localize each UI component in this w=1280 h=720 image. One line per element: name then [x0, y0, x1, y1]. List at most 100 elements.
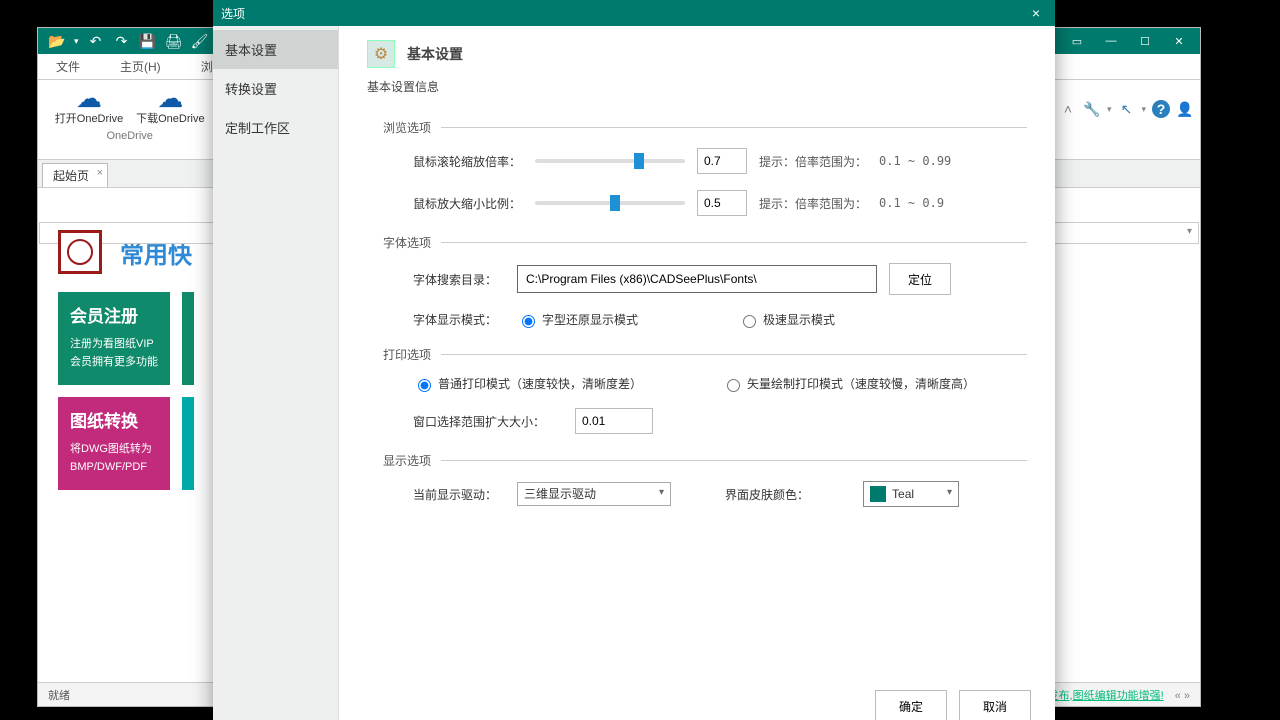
- help-icon[interactable]: ?: [1152, 100, 1170, 118]
- shrink-ratio-hint: 提示：倍率范围为：: [759, 195, 867, 212]
- panel-icon[interactable]: ▭: [1060, 30, 1094, 52]
- settings-icon: ⚙: [367, 40, 395, 68]
- divider: [441, 460, 1027, 461]
- brush-icon[interactable]: 🖌: [191, 32, 209, 50]
- group-print: 打印选项: [383, 346, 431, 363]
- chevron-down-icon[interactable]: ▾: [74, 36, 79, 47]
- download-onedrive-label: 下载OneDrive: [131, 110, 209, 126]
- cancel-button[interactable]: 取消: [959, 690, 1031, 720]
- radio-label: 矢量绘制打印模式（速度较慢，清晰度高）: [747, 375, 975, 392]
- radio-label: 字型还原显示模式: [542, 311, 638, 328]
- radio-label: 极速显示模式: [763, 311, 835, 328]
- card-register[interactable]: 会员注册 注册为看图纸VIP 会员拥有更多功能: [58, 292, 170, 385]
- color-swatch-icon: [870, 486, 886, 502]
- chevron-down-icon[interactable]: ▾: [1141, 104, 1146, 115]
- ribbon-group-onedrive: ☁ 打开OneDrive ☁ 下载OneDrive OneDrive: [38, 80, 222, 159]
- divider: [441, 242, 1027, 243]
- close-button[interactable]: ✕: [1162, 30, 1196, 52]
- zoom-ratio-input[interactable]: [697, 148, 747, 174]
- print-mode-normal-radio[interactable]: 普通打印模式（速度较快，清晰度差）: [413, 375, 642, 392]
- status-text: 就绪: [48, 687, 70, 703]
- tab-label: 起始页: [53, 169, 89, 183]
- skin-color-select[interactable]: Teal: [863, 481, 959, 507]
- card-line: BMP/DWF/PDF: [70, 458, 158, 476]
- card-stub: [182, 397, 194, 490]
- divider: [441, 354, 1027, 355]
- folder-open-icon[interactable]: 📂: [48, 32, 66, 50]
- print-mode-vector-radio[interactable]: 矢量绘制打印模式（速度较慢，清晰度高）: [722, 375, 975, 392]
- card-line: 注册为看图纸VIP: [70, 335, 158, 353]
- dialog-title: 选项: [221, 5, 245, 22]
- card-line: 将DWG图纸转为: [70, 440, 158, 458]
- save-icon[interactable]: 💾: [139, 32, 157, 50]
- nav-basic-settings[interactable]: 基本设置: [213, 30, 338, 69]
- window-expand-input[interactable]: [575, 408, 653, 434]
- font-mode-restore-radio[interactable]: 字型还原显示模式: [517, 311, 638, 328]
- skin-label: 界面皮肤颜色：: [725, 486, 809, 503]
- window-expand-label: 窗口选择范围扩大大小：: [413, 413, 563, 430]
- right-mini-toolbar: ˄ 🔧 ▾ ↖ ▾ ? 👤: [1055, 98, 1198, 120]
- card-convert[interactable]: 图纸转换 将DWG图纸转为 BMP/DWF/PDF: [58, 397, 170, 490]
- ok-button[interactable]: 确定: [875, 690, 947, 720]
- zoom-ratio-range: 0.1 ~ 0.99: [879, 154, 951, 168]
- zoom-ratio-label: 鼠标滚轮缩放倍率：: [413, 153, 523, 170]
- dialog-titlebar: 选项 ×: [213, 0, 1055, 26]
- display-driver-select[interactable]: 三维显示驱动: [517, 482, 671, 506]
- cloud-down-icon: ☁: [131, 86, 209, 110]
- section-desc: 基本设置信息: [367, 78, 1027, 95]
- card-stub: [182, 292, 194, 385]
- minimize-button[interactable]: —: [1094, 30, 1128, 52]
- tab-file[interactable]: 文件: [48, 54, 88, 79]
- card-title: 会员注册: [70, 302, 158, 327]
- section-header: 基本设置: [407, 44, 463, 64]
- status-link[interactable]: 发布,图纸编辑功能增强!: [1048, 690, 1164, 702]
- dialog-nav: 基本设置 转换设置 定制工作区: [213, 26, 339, 720]
- card-title: 图纸转换: [70, 407, 158, 432]
- collapse-ribbon-icon[interactable]: ˄: [1059, 100, 1077, 118]
- divider: [441, 127, 1027, 128]
- open-onedrive-button[interactable]: ☁ 打开OneDrive: [50, 84, 128, 126]
- locate-button[interactable]: 定位: [889, 263, 951, 295]
- redo-icon[interactable]: ↷: [113, 32, 131, 50]
- group-display: 显示选项: [383, 452, 431, 469]
- nav-custom-workspace[interactable]: 定制工作区: [213, 108, 338, 147]
- font-mode-fast-radio[interactable]: 极速显示模式: [738, 311, 835, 328]
- open-onedrive-label: 打开OneDrive: [50, 110, 128, 126]
- zoom-ratio-slider[interactable]: [535, 159, 685, 163]
- zoom-ratio-hint: 提示：倍率范围为：: [759, 153, 867, 170]
- download-onedrive-button[interactable]: ☁ 下载OneDrive: [131, 84, 209, 126]
- driver-label: 当前显示驱动：: [413, 486, 505, 503]
- card-line: 会员拥有更多功能: [70, 353, 158, 371]
- font-dir-label: 字体搜索目录：: [413, 271, 505, 288]
- dialog-close-button[interactable]: ×: [1025, 5, 1047, 21]
- status-arrows[interactable]: « »: [1175, 690, 1190, 702]
- print-icon[interactable]: 🖨: [165, 32, 183, 50]
- app-logo-icon: [58, 230, 102, 274]
- select-value: Teal: [892, 487, 914, 501]
- radio-label: 普通打印模式（速度较快，清晰度差）: [438, 375, 642, 392]
- shrink-ratio-input[interactable]: [697, 190, 747, 216]
- cloud-icon: ☁: [50, 86, 128, 110]
- select-value: 三维显示驱动: [524, 487, 596, 501]
- shrink-ratio-range: 0.1 ~ 0.9: [879, 196, 944, 210]
- font-dir-input[interactable]: [517, 265, 877, 293]
- ribbon-group-title: OneDrive: [50, 130, 209, 142]
- shrink-ratio-label: 鼠标放大缩小比例：: [413, 195, 523, 212]
- undo-icon[interactable]: ↶: [87, 32, 105, 50]
- tab-startpage[interactable]: 起始页 ×: [42, 163, 108, 187]
- dialog-main: ⚙ 基本设置 基本设置信息 浏览选项 鼠标滚轮缩放倍率： 提示：倍率范围为： 0…: [339, 26, 1055, 720]
- group-browse: 浏览选项: [383, 119, 431, 136]
- chevron-down-icon[interactable]: ▾: [1107, 104, 1112, 115]
- window-titlebar: ▭ — ☐ ✕: [1040, 28, 1200, 54]
- user-icon[interactable]: 👤: [1176, 100, 1194, 118]
- options-dialog: 选项 × 基本设置 转换设置 定制工作区 ⚙ 基本设置 基本设置信息 浏览选项 …: [213, 0, 1055, 720]
- group-font: 字体选项: [383, 234, 431, 251]
- cursor-icon[interactable]: ↖: [1117, 100, 1135, 118]
- wrench-icon[interactable]: 🔧: [1083, 100, 1101, 118]
- maximize-button[interactable]: ☐: [1128, 30, 1162, 52]
- close-tab-icon[interactable]: ×: [97, 167, 103, 179]
- shrink-ratio-slider[interactable]: [535, 201, 685, 205]
- font-mode-label: 字体显示模式：: [413, 311, 505, 328]
- tab-home[interactable]: 主页(H): [112, 54, 169, 79]
- nav-convert-settings[interactable]: 转换设置: [213, 69, 338, 108]
